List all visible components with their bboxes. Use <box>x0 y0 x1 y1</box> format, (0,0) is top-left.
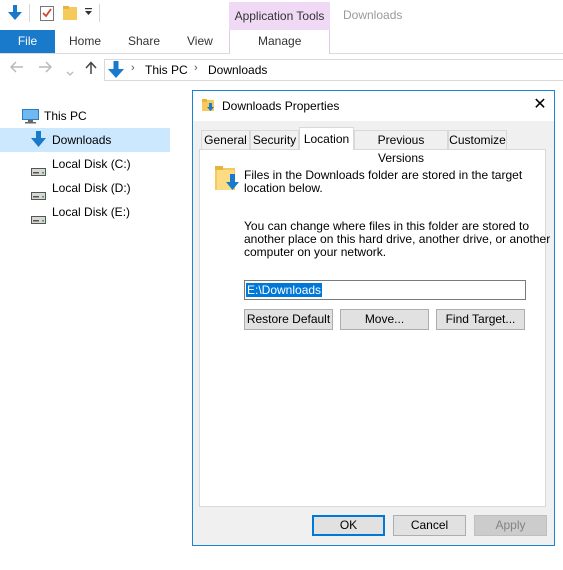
up-arrow-icon[interactable] <box>85 61 97 79</box>
sidebar-item-this-pc[interactable]: This PC <box>0 104 170 128</box>
tab-customize[interactable]: Customize <box>448 130 507 149</box>
tab-manage[interactable]: Manage <box>258 34 301 48</box>
sidebar-item-label: Downloads <box>52 133 112 147</box>
sidebar-item-downloads[interactable]: Downloads <box>0 128 170 152</box>
target-path-value: E:\Downloads <box>246 283 323 297</box>
breadcrumb-separator-icon: › <box>194 62 198 74</box>
ok-button[interactable]: OK <box>312 515 385 536</box>
apply-button[interactable]: Apply <box>474 515 547 536</box>
tab-share[interactable]: Share <box>128 34 160 48</box>
location-info-line-2: location below. <box>244 181 323 195</box>
context-tab-group-label: Application Tools <box>234 9 325 23</box>
location-description-line-3: computer on your network. <box>244 245 387 259</box>
downloads-icon <box>108 61 124 82</box>
customize-qat-icon[interactable] <box>84 7 93 20</box>
properties-icon[interactable] <box>40 5 54 24</box>
downloads-icon[interactable] <box>8 5 22 24</box>
tab-security[interactable]: Security <box>250 130 299 149</box>
breadcrumb-separator-icon: › <box>131 62 135 74</box>
sidebar-item-label: Local Disk (D:) <box>52 181 131 195</box>
forward-arrow-icon[interactable] <box>38 60 53 77</box>
tab-previous-versions[interactable]: Previous Versions <box>354 130 448 165</box>
downloads-folder-icon <box>202 98 216 115</box>
recent-locations-chevron-icon[interactable] <box>66 64 74 81</box>
sidebar-item-local-disk-e[interactable]: Local Disk (E:) <box>0 200 170 224</box>
breadcrumb-this-pc[interactable]: This PC <box>145 63 188 77</box>
drive-icon <box>31 208 46 232</box>
new-folder-icon[interactable] <box>63 6 77 23</box>
sidebar-item-label: Local Disk (C:) <box>52 157 131 171</box>
cancel-button[interactable]: Cancel <box>393 515 466 536</box>
sidebar-item-local-disk-d[interactable]: Local Disk (D:) <box>0 176 170 200</box>
restore-default-button[interactable]: Restore Default <box>244 309 333 330</box>
find-target-button[interactable]: Find Target... <box>436 309 525 330</box>
back-arrow-icon[interactable] <box>9 60 24 77</box>
breadcrumb-downloads[interactable]: Downloads <box>208 63 267 77</box>
sidebar-item-local-disk-c[interactable]: Local Disk (C:) <box>0 152 170 176</box>
sidebar-item-label: This PC <box>44 109 87 123</box>
sidebar-item-label: Local Disk (E:) <box>52 205 131 219</box>
tab-home[interactable]: Home <box>69 34 101 48</box>
quick-access-toolbar <box>0 0 230 30</box>
close-icon[interactable]: ✕ <box>530 94 550 116</box>
qat-divider <box>99 4 100 22</box>
window-title: Downloads <box>343 8 403 22</box>
tab-general[interactable]: General <box>201 130 250 149</box>
tab-file[interactable]: File <box>0 30 55 53</box>
qat-divider <box>29 4 30 22</box>
tab-location[interactable]: Location <box>299 127 354 150</box>
dialog-title: Downloads Properties <box>222 99 340 113</box>
tab-view[interactable]: View <box>187 34 213 48</box>
downloads-folder-large-icon <box>213 164 241 197</box>
move-button[interactable]: Move... <box>340 309 429 330</box>
